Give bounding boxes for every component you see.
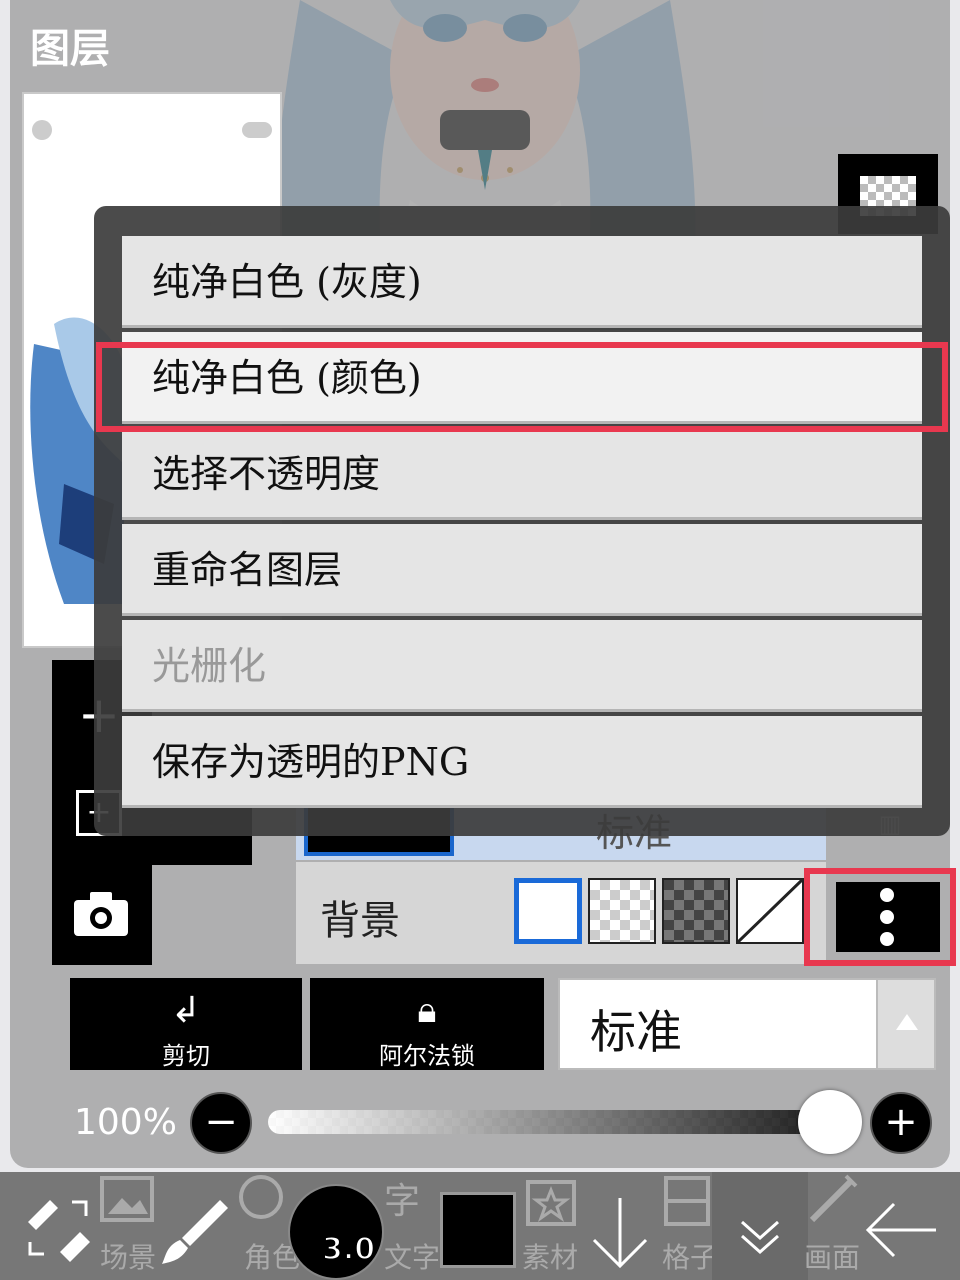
canvas-icon[interactable] [806,1172,860,1226]
menu-item-pure-white-grayscale[interactable]: 纯净白色 (灰度) [122,236,922,328]
background-label: 背景 [320,898,400,944]
camera-icon[interactable] [72,890,130,938]
menu-item-rename-layer[interactable]: 重命名图层 [122,524,922,616]
more-button-highlight [804,868,956,966]
background-none-swatch[interactable] [736,878,804,944]
grid-icon[interactable] [664,1176,710,1226]
brush-icon[interactable] [160,1196,230,1266]
clipping-label: 剪切 [162,1042,210,1070]
color-swatch[interactable] [440,1192,516,1268]
opacity-plus-button[interactable]: + [870,1092,932,1154]
thumbnail-save-badge [242,122,272,138]
alpha-lock-label: 阿尔法锁 [379,1042,475,1070]
thumbnail-back-icon [32,120,52,140]
text-icon[interactable]: 字 [384,1172,420,1224]
clip-arrow-icon: ↲ [170,990,202,1031]
material-icon[interactable] [526,1180,576,1226]
collapse-button[interactable] [712,1172,808,1280]
menu-item-rasterize: 光栅化 [122,620,922,712]
chevron-double-down-icon [741,1220,779,1255]
material-label[interactable]: 素材 [522,1236,578,1276]
background-white-swatch[interactable] [514,878,582,944]
blend-mode-select[interactable]: 标准 [558,978,936,1070]
blend-mode-value: 标准 [590,1005,682,1059]
character-icon[interactable] [236,1172,286,1222]
opacity-slider-track[interactable] [268,1110,846,1134]
scene-label[interactable]: 场景 [100,1236,156,1276]
opacity-value: 100% [74,1102,177,1143]
canvas-label[interactable]: 画面 [804,1236,860,1276]
opacity-slider-thumb[interactable] [798,1090,862,1154]
panel-title: 图层 [30,25,110,72]
slash-icon [738,880,802,942]
back-arrow-icon[interactable] [864,1200,940,1260]
clipping-button[interactable]: ↲ 剪切 [70,978,302,1070]
pen-eraser-swap-icon[interactable] [20,1192,96,1264]
scene-icon[interactable] [100,1176,154,1222]
menu-item-select-opacity[interactable]: 选择不透明度 [122,428,922,520]
brush-size-value: 3.0 [321,1231,376,1268]
lock-icon: 🔒︎ [417,990,437,1031]
opacity-minus-button[interactable]: − [190,1092,252,1154]
menu-item-save-transparent-png[interactable]: 保存为透明的PNG [122,716,922,808]
arrow-down-icon[interactable] [590,1196,650,1270]
dropdown-arrow-icon[interactable] [876,980,934,1068]
background-dark-checker-swatch[interactable] [662,878,730,944]
background-transparent-swatch[interactable] [588,878,656,944]
background-row: 背景 [296,862,826,964]
text-label[interactable]: 文字 [384,1236,440,1276]
alpha-lock-button[interactable]: 🔒︎ 阿尔法锁 [310,978,544,1070]
menu-item-highlight [96,342,948,432]
grid-label[interactable]: 格子 [662,1236,718,1276]
